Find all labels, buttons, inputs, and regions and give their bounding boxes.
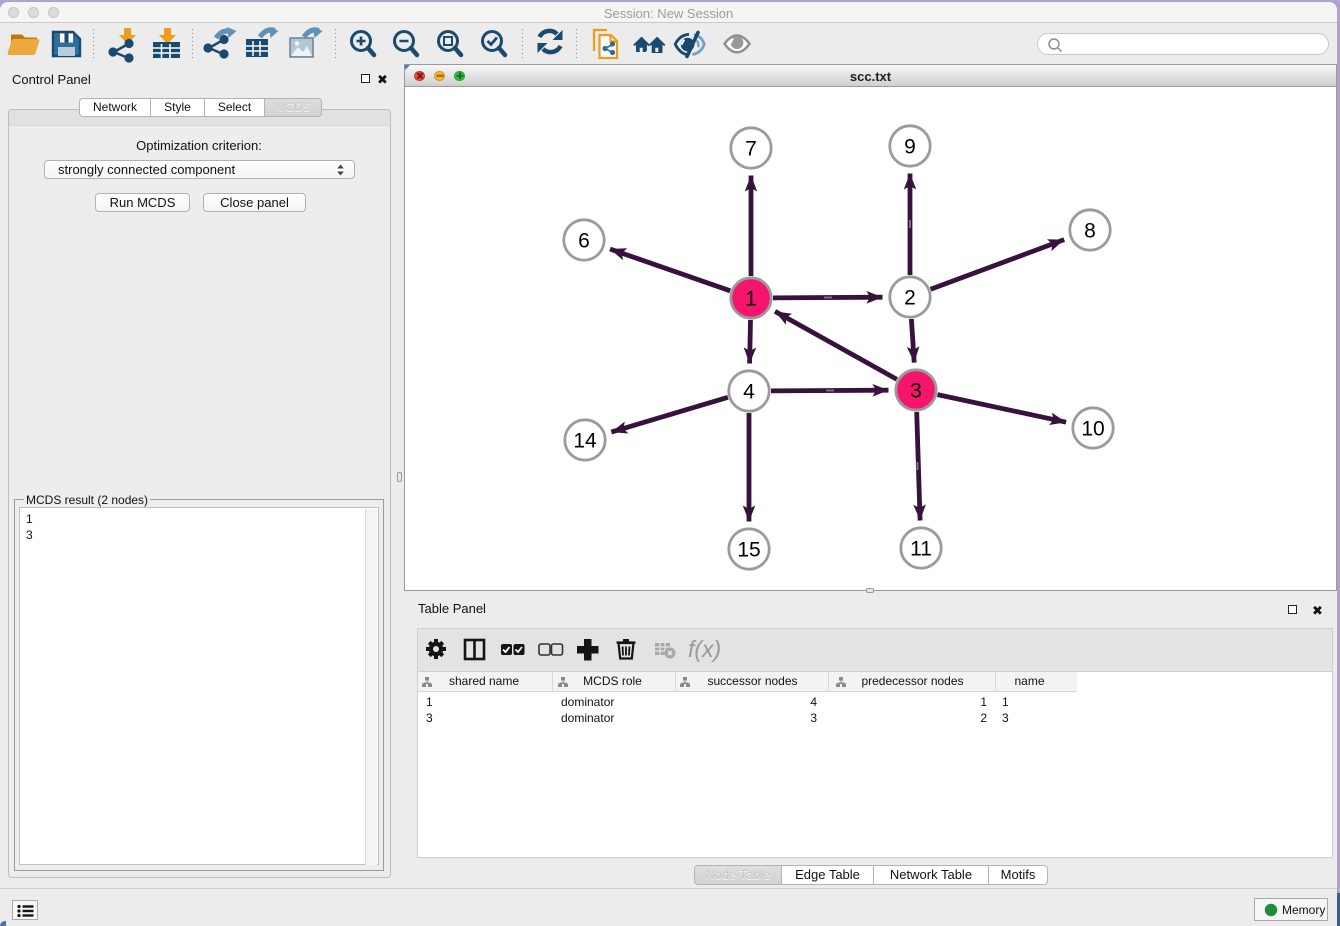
- svg-text:2: 2: [904, 287, 916, 310]
- svg-text:4: 4: [743, 381, 755, 404]
- svg-text:9: 9: [904, 136, 916, 159]
- svg-text:7: 7: [745, 138, 757, 161]
- svg-text:f(x): f(x): [688, 636, 721, 662]
- svg-text:1: 1: [745, 288, 757, 311]
- svg-text:6: 6: [578, 230, 590, 253]
- svg-text:14: 14: [573, 430, 597, 453]
- svg-text:8: 8: [1084, 220, 1096, 243]
- svg-text:15: 15: [737, 539, 760, 562]
- svg-text:3: 3: [910, 380, 922, 403]
- svg-text:11: 11: [910, 538, 932, 561]
- svg-text:10: 10: [1081, 418, 1104, 441]
